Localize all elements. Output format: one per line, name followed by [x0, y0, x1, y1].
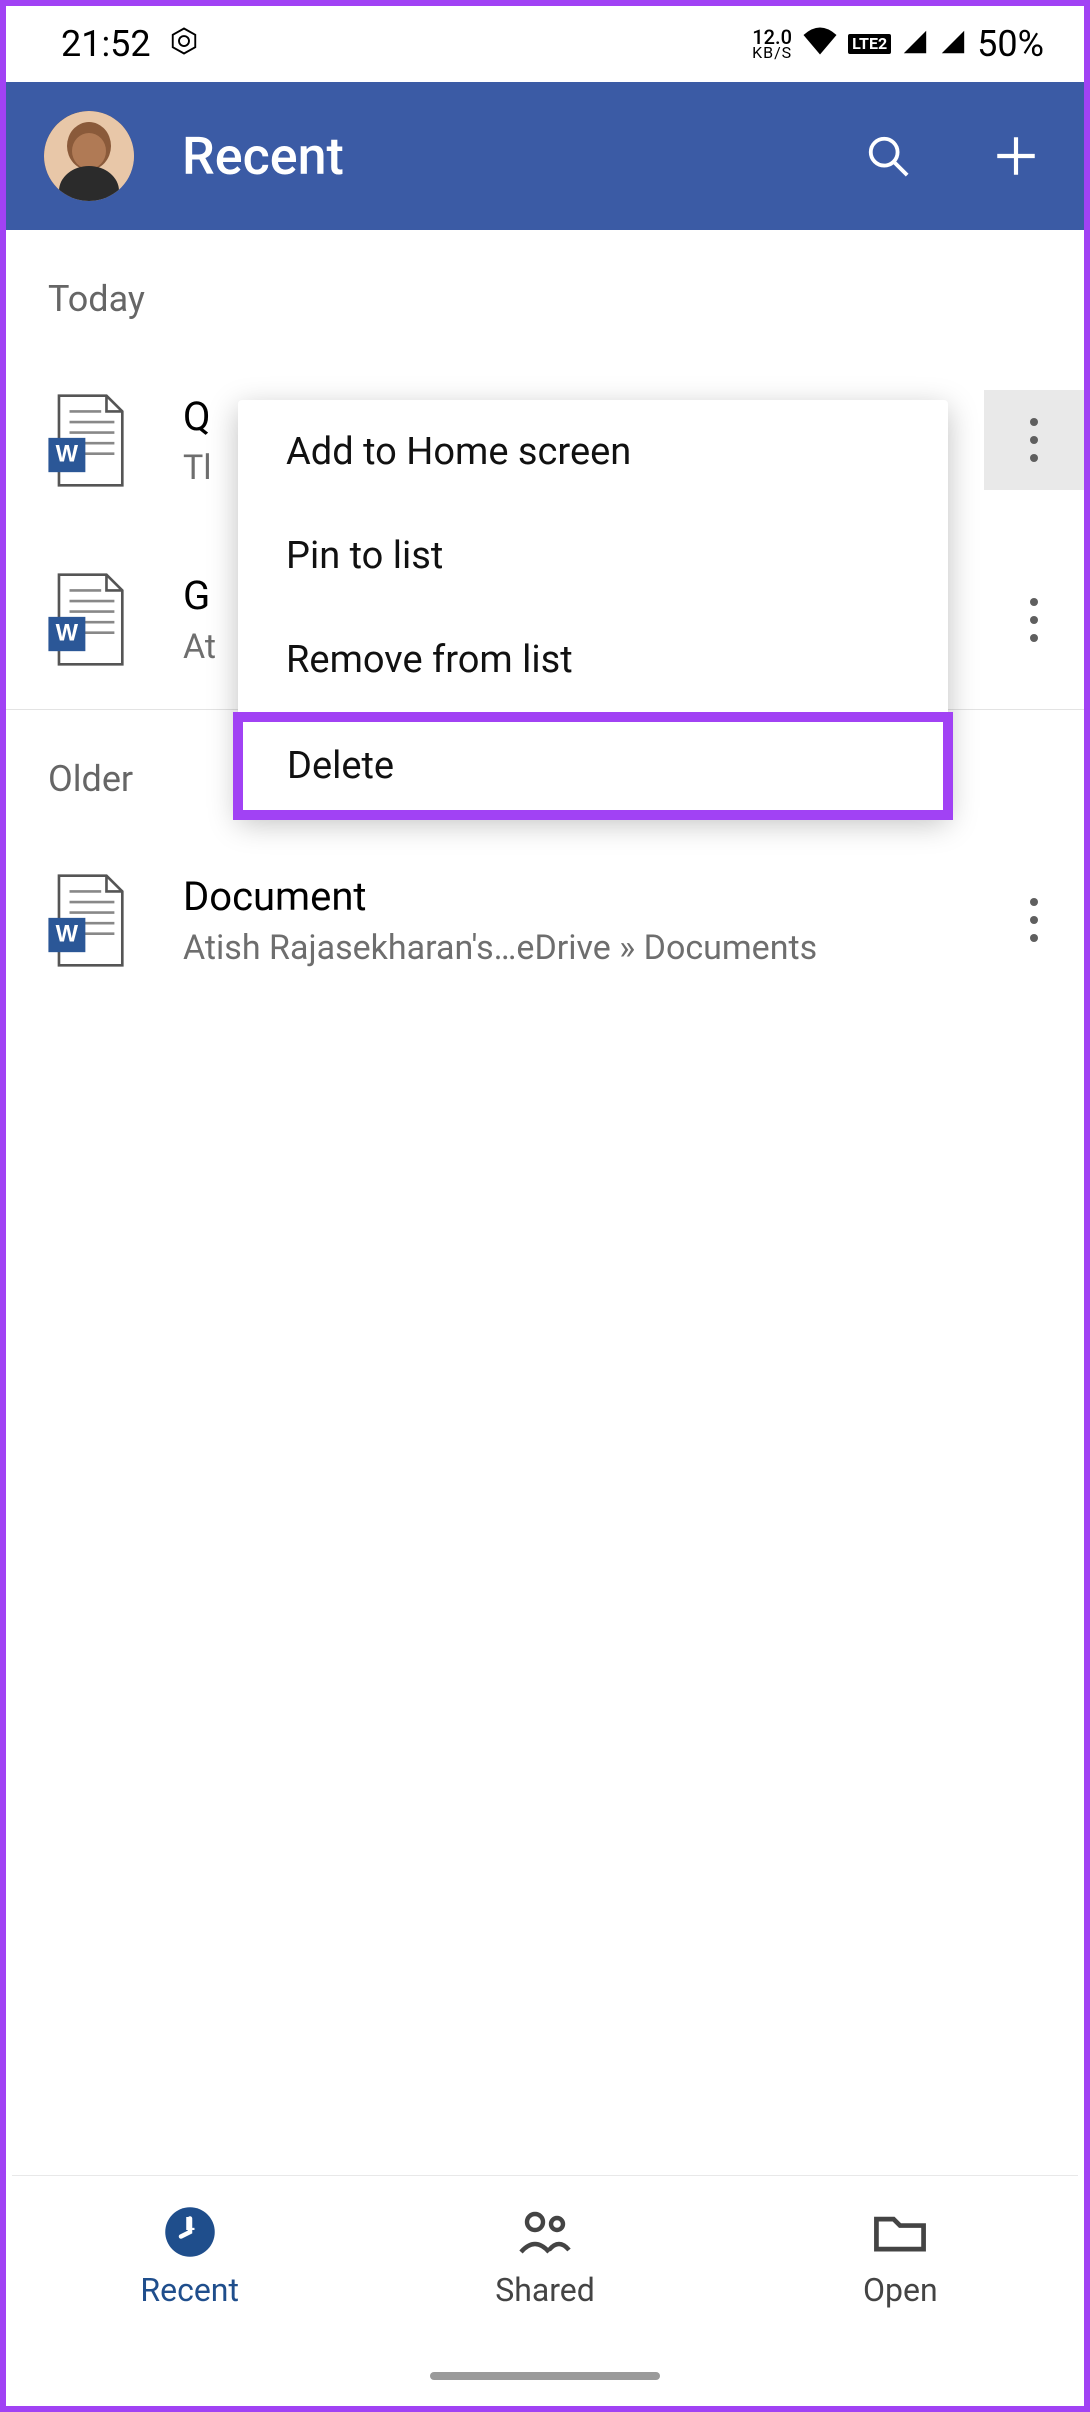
- file-title: Document: [183, 873, 984, 920]
- signal-icon-2: [939, 23, 967, 65]
- home-handle[interactable]: [430, 2372, 660, 2380]
- battery-percent: 50%: [977, 23, 1044, 65]
- menu-add-home[interactable]: Add to Home screen: [238, 400, 948, 504]
- people-icon: [515, 2204, 575, 2259]
- svg-text:W: W: [56, 440, 79, 467]
- word-doc-icon: W: [48, 393, 128, 488]
- menu-remove[interactable]: Remove from list: [238, 608, 948, 712]
- status-bar: 21:52 12.0 KB/S LTE2 50%: [6, 6, 1084, 82]
- wifi-icon: [802, 23, 838, 65]
- file-subtitle: Atish Rajasekharan's…eDrive » Documents: [183, 928, 984, 968]
- app-bar: Recent: [6, 82, 1084, 230]
- more-button[interactable]: [984, 870, 1084, 970]
- search-button[interactable]: [848, 116, 928, 196]
- nav-label: Recent: [140, 2271, 239, 2309]
- word-doc-icon: W: [48, 873, 128, 968]
- more-icon: [1030, 598, 1038, 642]
- page-title: Recent: [182, 126, 800, 187]
- svg-text:W: W: [56, 920, 79, 947]
- word-doc-icon: W: [48, 572, 128, 667]
- svg-text:L: L: [185, 2213, 195, 2234]
- network-speed: 12.0 KB/S: [752, 28, 792, 60]
- hex-icon: [169, 23, 199, 65]
- context-menu: Add to Home screen Pin to list Remove fr…: [238, 400, 948, 815]
- file-text: Document Atish Rajasekharan's…eDrive » D…: [183, 873, 984, 968]
- menu-delete[interactable]: Delete: [233, 712, 953, 820]
- nav-shared[interactable]: Shared: [367, 2176, 722, 2400]
- avatar[interactable]: [44, 111, 134, 201]
- more-icon: [1030, 898, 1038, 942]
- bottom-nav: L Recent Shared Open: [12, 2176, 1078, 2400]
- more-button[interactable]: [984, 570, 1084, 670]
- file-item[interactable]: W Document Atish Rajasekharan's…eDrive »…: [6, 830, 1084, 1010]
- status-time: 21:52: [61, 23, 151, 65]
- folder-icon: [870, 2204, 930, 2259]
- more-icon: [1030, 418, 1038, 462]
- section-header-today: Today: [6, 230, 1084, 320]
- svg-text:W: W: [56, 620, 79, 647]
- clock-icon: L: [160, 2204, 220, 2259]
- nav-label: Open: [863, 2271, 938, 2309]
- signal-icon: [901, 23, 929, 65]
- status-left: 21:52: [61, 23, 199, 65]
- add-button[interactable]: [976, 116, 1056, 196]
- volte-badge: LTE2: [848, 34, 891, 54]
- nav-recent[interactable]: L Recent: [12, 2176, 367, 2400]
- nav-label: Shared: [495, 2271, 595, 2309]
- menu-pin[interactable]: Pin to list: [238, 504, 948, 608]
- nav-open[interactable]: Open: [723, 2176, 1078, 2400]
- status-right: 12.0 KB/S LTE2 50%: [752, 23, 1044, 65]
- more-button[interactable]: [984, 390, 1084, 490]
